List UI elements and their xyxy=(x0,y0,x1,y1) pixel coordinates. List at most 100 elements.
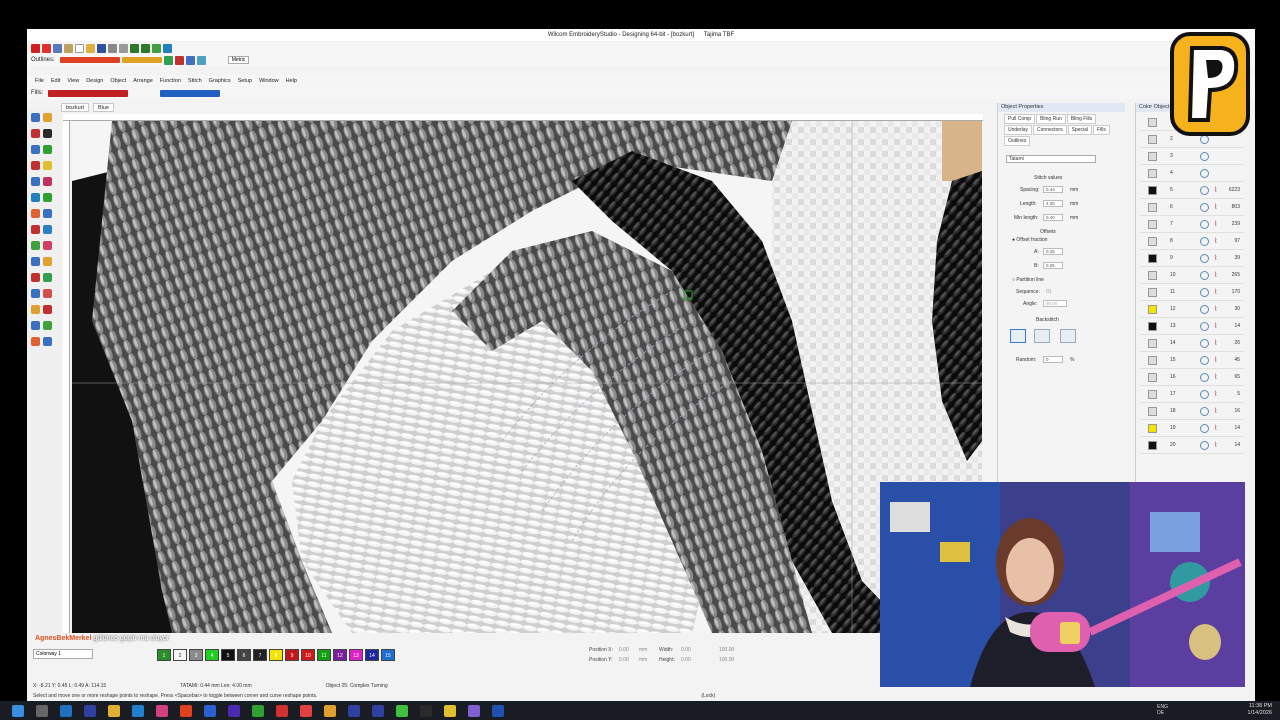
width-percent[interactable]: 100.00 xyxy=(719,647,734,653)
color-object-row[interactable]: 11 ⌇ 170 xyxy=(1140,285,1244,301)
menu-help[interactable]: Help xyxy=(286,78,297,84)
search-icon[interactable] xyxy=(36,704,48,717)
offset-fraction-radio[interactable]: ● Offset fraction xyxy=(1012,237,1047,243)
angle-input[interactable]: 90.00 xyxy=(1043,300,1067,307)
tool-icon[interactable] xyxy=(43,113,52,122)
w-icon[interactable] xyxy=(42,43,51,53)
menu-object[interactable]: Object xyxy=(110,78,126,84)
color-object-row[interactable]: 8 ⌇ 97 xyxy=(1140,234,1244,250)
tool-icon[interactable] xyxy=(43,273,52,282)
zoom-icon[interactable] xyxy=(152,43,161,53)
redo-icon[interactable] xyxy=(141,43,150,53)
menu-stitch[interactable]: Stitch xyxy=(188,78,202,84)
tool-icon[interactable] xyxy=(31,193,40,202)
tool-icon[interactable] xyxy=(31,225,40,234)
fill-stitch-types[interactable] xyxy=(48,89,129,97)
tool-icon[interactable] xyxy=(31,257,40,266)
explorer-icon[interactable] xyxy=(108,704,120,717)
color-object-row[interactable]: 12 ⌇ 30 xyxy=(1140,302,1244,318)
color-object-row[interactable]: 14 ⌇ 26 xyxy=(1140,336,1244,352)
units-select[interactable]: Metric xyxy=(227,56,250,64)
tool-icon[interactable] xyxy=(31,113,40,122)
spotify-icon[interactable] xyxy=(252,704,264,717)
color-object-row[interactable]: 5 ⌇ 6223 xyxy=(1140,183,1244,199)
app2-icon[interactable] xyxy=(228,704,240,717)
tool-icon[interactable] xyxy=(43,129,52,138)
color-object-row[interactable]: 19 ⌇ 14 xyxy=(1140,421,1244,437)
table-icon[interactable] xyxy=(196,55,206,65)
tab-pull-comp[interactable]: Pull Comp xyxy=(1004,114,1036,124)
wilcom-task-icon[interactable] xyxy=(492,704,504,717)
color-object-row[interactable]: 18 ⌇ 16 xyxy=(1140,404,1244,420)
tool-icon[interactable] xyxy=(31,337,40,346)
palette-color[interactable]: 2 xyxy=(173,649,187,661)
menu-graphics[interactable]: Graphics xyxy=(209,78,231,84)
length-input[interactable]: 4.00 xyxy=(1043,200,1063,207)
tab-bozkurt[interactable]: bozkurt xyxy=(61,103,90,112)
home-icon[interactable] xyxy=(53,43,62,53)
tool-icon[interactable] xyxy=(31,289,40,298)
transform-tools[interactable] xyxy=(160,89,221,97)
color-object-row[interactable]: 10 ⌇ 265 xyxy=(1140,268,1244,284)
menu-view[interactable]: View xyxy=(67,78,79,84)
fill-type-select[interactable]: Tatami xyxy=(1006,155,1096,163)
tool-icon[interactable] xyxy=(31,145,40,154)
steam-icon[interactable] xyxy=(420,704,432,717)
tool-icon[interactable] xyxy=(43,337,52,346)
tool-icon[interactable] xyxy=(43,177,52,186)
tool-icon[interactable] xyxy=(31,321,40,330)
edge-icon[interactable] xyxy=(60,704,72,717)
tool-icon[interactable] xyxy=(43,145,52,154)
palette-color[interactable]: 15 xyxy=(381,649,395,661)
app4-icon[interactable] xyxy=(372,704,384,717)
app3-icon[interactable] xyxy=(324,704,336,717)
system-tray[interactable]: 11:38 PM 1/14/2026 xyxy=(1248,703,1272,717)
tab-bling-run[interactable]: Bling Run xyxy=(1036,114,1066,124)
satin-icon[interactable] xyxy=(163,55,173,65)
tool-icon[interactable] xyxy=(43,257,52,266)
palette-color[interactable]: 13 xyxy=(349,649,363,661)
tool-icon[interactable] xyxy=(31,129,40,138)
backstitch-option-1[interactable] xyxy=(1010,329,1026,343)
save-icon[interactable] xyxy=(97,43,106,53)
browser-icon[interactable] xyxy=(156,704,168,717)
palette-color[interactable]: 12 xyxy=(333,649,347,661)
menu-file[interactable]: File xyxy=(35,78,44,84)
menu-window[interactable]: Window xyxy=(259,78,279,84)
color-object-row[interactable]: 15 ⌇ 45 xyxy=(1140,353,1244,369)
backstitch-option-2[interactable] xyxy=(1034,329,1050,343)
tool-icon[interactable] xyxy=(43,225,52,234)
menu-setup[interactable]: Setup xyxy=(238,78,252,84)
color-object-row[interactable]: 7 ⌇ 239 xyxy=(1140,217,1244,233)
cut-icon[interactable] xyxy=(119,43,128,53)
colorway-select[interactable]: Colorway 1 xyxy=(33,649,93,659)
tab-underlay[interactable]: Underlay xyxy=(1004,125,1033,135)
new-icon[interactable] xyxy=(75,43,84,53)
print-icon[interactable] xyxy=(108,43,117,53)
backstitch-option-3[interactable] xyxy=(1060,329,1076,343)
color-object-row[interactable]: 6 ⌇ 803 xyxy=(1140,200,1244,216)
tab-special[interactable]: Special xyxy=(1067,125,1092,135)
menu-edit[interactable]: Edit xyxy=(51,78,60,84)
copy-icon[interactable] xyxy=(64,43,73,53)
travel-icon[interactable] xyxy=(163,43,172,53)
min-length-input[interactable]: 0.40 xyxy=(1043,214,1063,221)
photoshop-icon[interactable] xyxy=(204,704,216,717)
color-object-row[interactable]: 17 ⌇ 5 xyxy=(1140,387,1244,403)
menu-arrange[interactable]: Arrange xyxy=(133,78,153,84)
palette-color[interactable]: 1 xyxy=(157,649,171,661)
partition-line-radio[interactable]: ○ Partition line xyxy=(1012,277,1044,283)
tab-connectors[interactable]: Connectors xyxy=(1033,125,1067,135)
motif-icon[interactable] xyxy=(174,55,184,65)
chrome-icon[interactable] xyxy=(276,704,288,717)
tool-icon[interactable] xyxy=(43,209,52,218)
palette-color[interactable]: 7 xyxy=(253,649,267,661)
illustrator-icon[interactable] xyxy=(180,704,192,717)
design-canvas[interactable] xyxy=(72,121,982,633)
tool-icon[interactable] xyxy=(43,241,52,250)
outline-styles[interactable] xyxy=(121,57,162,63)
tab-blue[interactable]: Blue xyxy=(93,103,115,112)
palette-color[interactable]: 14 xyxy=(365,649,379,661)
color-object-row[interactable]: 4 xyxy=(1140,166,1244,182)
store-icon[interactable] xyxy=(132,704,144,717)
